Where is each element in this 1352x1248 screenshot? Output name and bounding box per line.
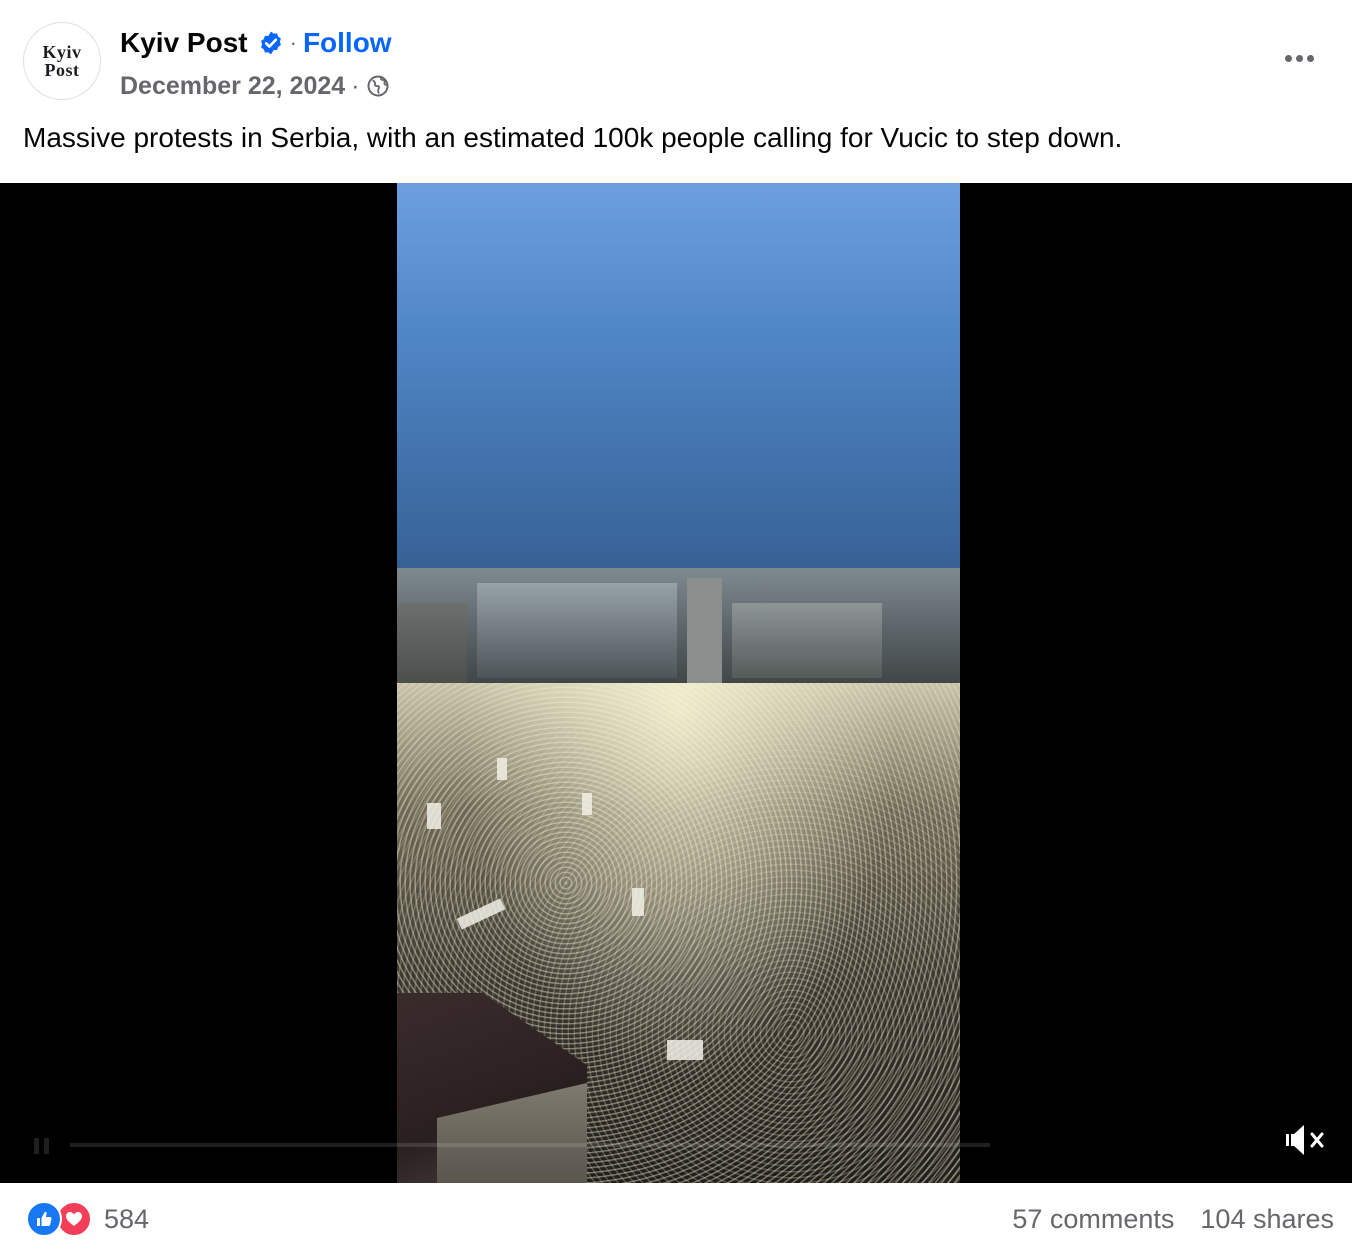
video-player[interactable] [0,183,1352,1183]
thumbs-up-icon [37,1211,52,1226]
separator-dot: · [289,30,297,55]
video-banner [632,888,644,916]
video-sky [397,183,960,583]
page-avatar[interactable]: Kyiv Post [23,22,101,100]
separator-dot: · [351,71,360,100]
video-banner [582,793,592,815]
dot-icon [1284,54,1292,62]
post-header: Kyiv Post · Follow [120,26,392,60]
more-options-button[interactable] [1276,42,1322,74]
video-banner [427,803,441,829]
page-name-link[interactable]: Kyiv Post [120,27,248,59]
reaction-count[interactable]: 584 [104,1204,149,1235]
dot-icon [1306,54,1314,62]
pause-icon[interactable] [30,1136,54,1156]
video-building [477,583,677,678]
progress-bar[interactable] [70,1143,990,1147]
comments-count-link[interactable]: 57 comments [1012,1204,1174,1235]
globe-icon[interactable] [366,74,390,98]
avatar-text-line-1: Kyiv [42,42,82,62]
post-meta: December 22, 2024 · [120,70,390,102]
video-frame[interactable] [397,183,960,1183]
shares-count-link[interactable]: 104 shares [1200,1204,1334,1235]
avatar-text-line-2: Post [44,60,80,80]
facebook-post: Kyiv Post Kyiv Post · Follow December 22… [0,0,1352,1248]
dot-icon [1295,54,1303,62]
post-caption: Massive protests in Serbia, with an esti… [23,122,1123,153]
reactions-summary[interactable]: 584 [26,1199,149,1239]
heart-icon [66,1212,82,1226]
verified-badge-icon [260,31,281,55]
video-banner [497,758,507,780]
video-banner [667,1040,703,1060]
video-building [687,578,722,693]
post-date-link[interactable]: December 22, 2024 [120,72,345,101]
engagement-stats: 57 comments 104 shares [1012,1199,1334,1239]
video-building [732,603,882,678]
follow-button[interactable]: Follow [303,27,392,59]
volume-muted-icon[interactable] [1282,1120,1330,1160]
like-reaction-icon [26,1201,62,1237]
